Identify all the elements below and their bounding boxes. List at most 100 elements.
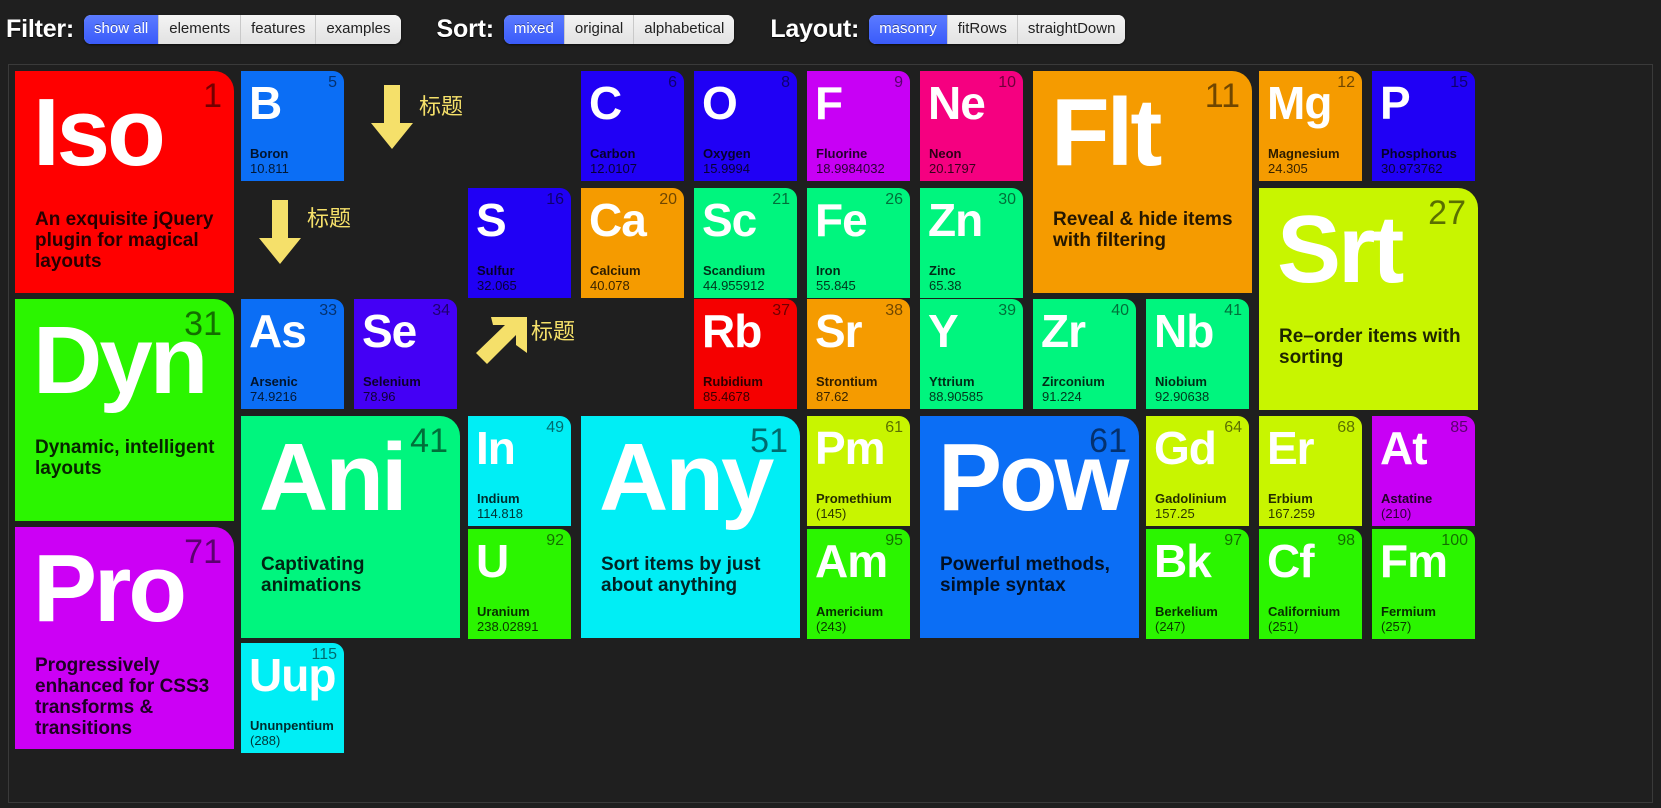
layout-group: Layout: masonry fitRows straightDown [770,15,1125,44]
element-tile-at[interactable]: 85AtAstatine(210) [1372,416,1475,526]
filter-option-elements[interactable]: elements [159,15,241,44]
element-symbol: Srt [1277,198,1401,302]
element-tile-c[interactable]: 6CCarbon12.0107 [581,71,684,181]
atomic-weight: 30.973762 [1381,161,1442,176]
layout-option-masonry[interactable]: masonry [869,15,948,44]
periodic-table-panel: 1IsoAn exquisite jQuery plugin for magic… [8,64,1653,803]
atomic-number: 68 [1337,419,1355,437]
feature-description: Captivating animations [261,554,446,596]
feature-tile-iso[interactable]: 1IsoAn exquisite jQuery plugin for magic… [15,71,234,293]
arrow-down-icon [369,85,415,151]
element-tile-zn[interactable]: 30ZnZinc65.38 [920,188,1023,298]
feature-tile-pow[interactable]: 61PowPowerful methods, simple syntax [920,416,1139,638]
arrow-down-icon [257,200,303,266]
element-symbol: Any [599,426,771,530]
element-tile-cf[interactable]: 98CfCalifornium(251) [1259,529,1362,639]
sort-label: Sort: [437,15,494,44]
feature-tile-srt[interactable]: 27 Srt Re–order items with sorting [1259,188,1478,410]
element-symbol: Iso [33,81,163,185]
element-name: Selenium [363,374,421,389]
element-symbol: Er [1267,422,1314,474]
feature-description: Dynamic, intelligent layouts [35,437,220,479]
element-tile-uup[interactable]: 115UupUnunpentium(288) [241,643,344,753]
element-tile-er[interactable]: 68ErErbium167.259 [1259,416,1362,526]
element-symbol: Ne [928,77,985,129]
element-tile-s[interactable]: 16SSulfur32.065 [468,188,571,298]
atomic-number: 27 [1428,194,1466,232]
element-tile-nb[interactable]: 41NbNiobium92.90638 [1146,299,1249,409]
element-tile-u[interactable]: 92UUranium238.02891 [468,529,571,639]
element-symbol: Pow [938,426,1126,530]
element-symbol: Nb [1154,305,1213,357]
element-tile-mg[interactable]: 12MgMagnesium24.305 [1259,71,1362,181]
element-tile-ca[interactable]: 20CaCalcium40.078 [581,188,684,298]
atomic-weight: 92.90638 [1155,389,1209,404]
element-name: Iron [816,263,841,278]
element-tile-y[interactable]: 39YYttrium88.90585 [920,299,1023,409]
element-name: Zirconium [1042,374,1105,389]
filter-option-features[interactable]: features [241,15,316,44]
sort-group: Sort: mixed original alphabetical [437,15,735,44]
element-tile-am[interactable]: 95AmAmericium(243) [807,529,910,639]
element-tile-gd[interactable]: 64GdGadolinium157.25 [1146,416,1249,526]
layout-option-straightdown[interactable]: straightDown [1018,15,1126,44]
atomic-weight: 85.4678 [703,389,750,404]
element-tile-sc[interactable]: 21ScScandium44.955912 [694,188,797,298]
sort-option-alphabetical[interactable]: alphabetical [634,15,734,44]
atomic-weight: (251) [1268,619,1298,634]
sort-button-group: mixed original alphabetical [504,15,734,44]
atomic-weight: 88.90585 [929,389,983,404]
element-name: Sulfur [477,263,515,278]
feature-tile-pro[interactable]: 71ProProgressively enhanced for CSS3 tra… [15,527,234,749]
element-tile-as[interactable]: 33AsArsenic74.9216 [241,299,344,409]
atomic-number: 40 [1111,302,1129,320]
element-name: Boron [250,146,288,161]
element-name: Ununpentium [250,718,334,733]
atomic-weight: (257) [1381,619,1411,634]
element-symbol: Sc [702,194,756,246]
element-tile-o[interactable]: 8OOxygen15.9994 [694,71,797,181]
sort-option-original[interactable]: original [565,15,634,44]
element-tile-p[interactable]: 15PPhosphorus30.973762 [1372,71,1475,181]
element-tile-b[interactable]: 5BBoron10.811 [241,71,344,181]
element-grid: 1IsoAn exquisite jQuery plugin for magic… [9,65,1652,802]
element-name: Erbium [1268,491,1313,506]
element-tile-sr[interactable]: 38SrStrontium87.62 [807,299,910,409]
feature-tile-ani[interactable]: 41AniCaptivating animations [241,416,460,638]
filter-option-show-all[interactable]: show all [84,15,159,44]
element-name: Fermium [1381,604,1436,619]
element-name: Oxygen [703,146,751,161]
feature-description: Re–order items with sorting [1279,326,1464,368]
feature-tile-any[interactable]: 51AnySort items by just about anything [581,416,800,638]
layout-option-fitrows[interactable]: fitRows [948,15,1018,44]
annotation-label-2: 标题 [307,207,351,233]
element-tile-in[interactable]: 49InIndium114.818 [468,416,571,526]
atomic-number: 21 [772,191,790,209]
feature-tile-flt[interactable]: 11FltReveal & hide items with filtering [1033,71,1252,293]
atomic-number: 8 [781,74,790,92]
filter-option-examples[interactable]: examples [316,15,400,44]
feature-description: Powerful methods, simple syntax [940,554,1125,596]
element-tile-se[interactable]: 34SeSelenium78.96 [354,299,457,409]
element-tile-pm[interactable]: 61PmPromethium(145) [807,416,910,526]
element-tile-f[interactable]: 9FFluorine18.9984032 [807,71,910,181]
element-symbol: Am [815,535,887,587]
feature-description: An exquisite jQuery plugin for magical l… [35,209,220,272]
atomic-number: 95 [885,532,903,550]
sort-option-mixed[interactable]: mixed [504,15,565,44]
element-tile-fe[interactable]: 26FeIron55.845 [807,188,910,298]
element-name: Niobium [1155,374,1207,389]
atomic-number: 10 [998,74,1016,92]
element-symbol: Rb [702,305,761,357]
element-tile-rb[interactable]: 37RbRubidium85.4678 [694,299,797,409]
element-tile-ne[interactable]: 10NeNeon20.1797 [920,71,1023,181]
element-tile-zr[interactable]: 40ZrZirconium91.224 [1033,299,1136,409]
element-tile-bk[interactable]: 97BkBerkelium(247) [1146,529,1249,639]
atomic-weight: 238.02891 [477,619,538,634]
atomic-number: 30 [998,191,1016,209]
feature-tile-dyn[interactable]: 31DynDynamic, intelligent layouts [15,299,234,521]
feature-description: Sort items by just about anything [601,554,786,596]
element-symbol: Y [928,305,958,357]
element-name: Neon [929,146,962,161]
element-tile-fm[interactable]: 100FmFermium(257) [1372,529,1475,639]
